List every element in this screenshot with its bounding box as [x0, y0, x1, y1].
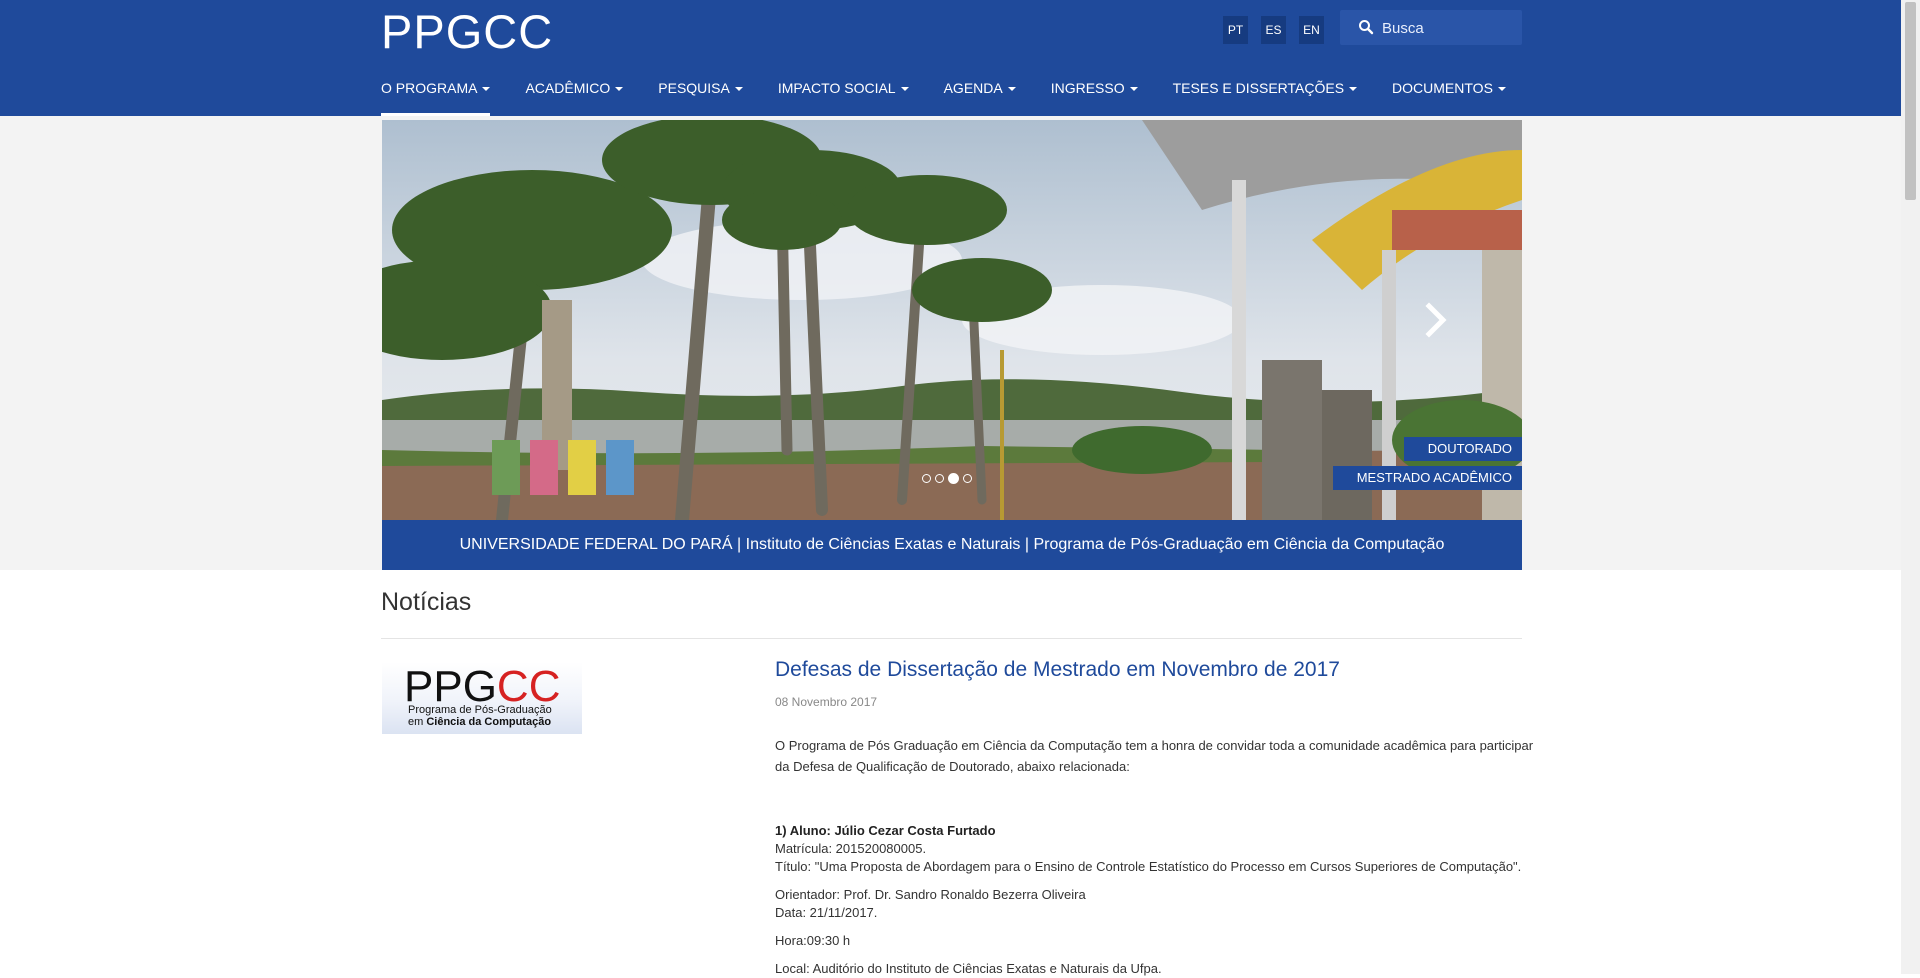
section-title: Notícias — [381, 588, 472, 616]
nav-label: INGRESSO — [1050, 80, 1125, 96]
news-student: 1) Aluno: Júlio Cezar Costa Furtado — [775, 823, 996, 838]
nav-item-o-programa[interactable]: O PROGRAMA — [381, 64, 491, 116]
carousel-next-icon[interactable] — [1424, 300, 1448, 340]
caret-down-icon — [1349, 87, 1358, 92]
news-matricula: Matrícula: 201520080005. — [775, 841, 927, 856]
nav-label: ACADÊMICO — [525, 80, 611, 96]
nav-item-agenda[interactable]: AGENDA — [944, 64, 1016, 116]
news-title-link[interactable]: Defesas de Dissertação de Mestrado em No… — [775, 658, 1340, 682]
carousel-dot-active[interactable] — [948, 473, 959, 484]
caret-down-icon — [734, 87, 743, 92]
section-divider — [381, 638, 1522, 639]
lang-en-button[interactable]: EN — [1299, 16, 1324, 44]
carousel-dot[interactable] — [922, 474, 931, 483]
news-data: Data: 21/11/2017. — [775, 905, 878, 920]
news-hora: Hora:09:30 h — [775, 933, 851, 948]
nav-item-pesquisa[interactable]: PESQUISA — [658, 64, 743, 116]
search-icon — [1359, 20, 1374, 35]
caret-down-icon — [615, 87, 624, 92]
nav-label: O PROGRAMA — [381, 80, 478, 96]
carousel-dot[interactable] — [963, 474, 972, 483]
tag-mestrado-academico-button[interactable]: MESTRADO ACADÊMICO — [1332, 466, 1522, 490]
nav-item-documentos[interactable]: DOCUMENTOS — [1392, 64, 1506, 116]
page-scrollbar[interactable] — [1901, 0, 1920, 974]
nav-label: AGENDA — [943, 80, 1003, 96]
carousel-indicators — [922, 473, 972, 484]
carousel-dot[interactable] — [935, 474, 944, 483]
nav-label: IMPACTO SOCIAL — [777, 80, 896, 96]
caret-down-icon — [482, 87, 491, 92]
lang-pt-button[interactable]: PT — [1223, 16, 1248, 44]
search-box[interactable] — [1340, 10, 1522, 45]
search-input[interactable] — [1380, 16, 1519, 40]
nav-label: PESQUISA — [658, 80, 730, 96]
news-titulo: Título: "Uma Proposta de Abordagem para … — [775, 859, 1522, 874]
news-intro-line-2: da Defesa de Qualificação de Doutorado, … — [775, 759, 1130, 774]
site-logo[interactable]: PPGCC — [381, 4, 553, 59]
scrollbar-thumb[interactable] — [1905, 2, 1916, 200]
news-intro-line-1: O Programa de Pós Graduação em Ciência d… — [775, 738, 1534, 753]
main-nav: O PROGRAMA ACADÊMICO PESQUISA IMPACTO SO… — [381, 64, 1541, 116]
nav-item-academico[interactable]: ACADÊMICO — [525, 64, 624, 116]
news-orientador: Orientador: Prof. Dr. Sandro Ronaldo Bez… — [775, 887, 1086, 902]
site-header: PPGCC PT ES EN O PROGRAMA ACADÊMICO PESQ… — [0, 0, 1901, 116]
news-local: Local: Auditório do Instituto de Ciência… — [775, 961, 1162, 976]
caret-down-icon — [1129, 87, 1138, 92]
slide-photo — [382, 120, 1522, 520]
nav-label: DOCUMENTOS — [1392, 80, 1493, 96]
thumb-line-2: em Ciência da Computação — [408, 716, 552, 728]
lang-es-button[interactable]: ES — [1261, 16, 1286, 44]
carousel-slide: DOUTORADO MESTRADO ACADÊMICO — [382, 120, 1522, 520]
caret-down-icon — [1497, 87, 1506, 92]
caret-down-icon — [1007, 87, 1016, 92]
caret-down-icon — [900, 87, 909, 92]
news-date: 08 Novembro 2017 — [775, 695, 878, 709]
nav-item-ingresso[interactable]: INGRESSO — [1051, 64, 1138, 116]
banner-caption: UNIVERSIDADE FEDERAL DO PARÁ | Instituto… — [382, 520, 1522, 570]
nav-item-teses-dissertacoes[interactable]: TESES E DISSERTAÇÕES — [1172, 64, 1358, 116]
tag-doutorado-button[interactable]: DOUTORADO — [1403, 437, 1522, 461]
nav-label: TESES E DISSERTAÇÕES — [1172, 80, 1345, 96]
nav-item-impacto-social[interactable]: IMPACTO SOCIAL — [778, 64, 909, 116]
news-thumbnail[interactable]: PPGCC Programa de Pós-Graduação em Ciênc… — [382, 662, 582, 734]
